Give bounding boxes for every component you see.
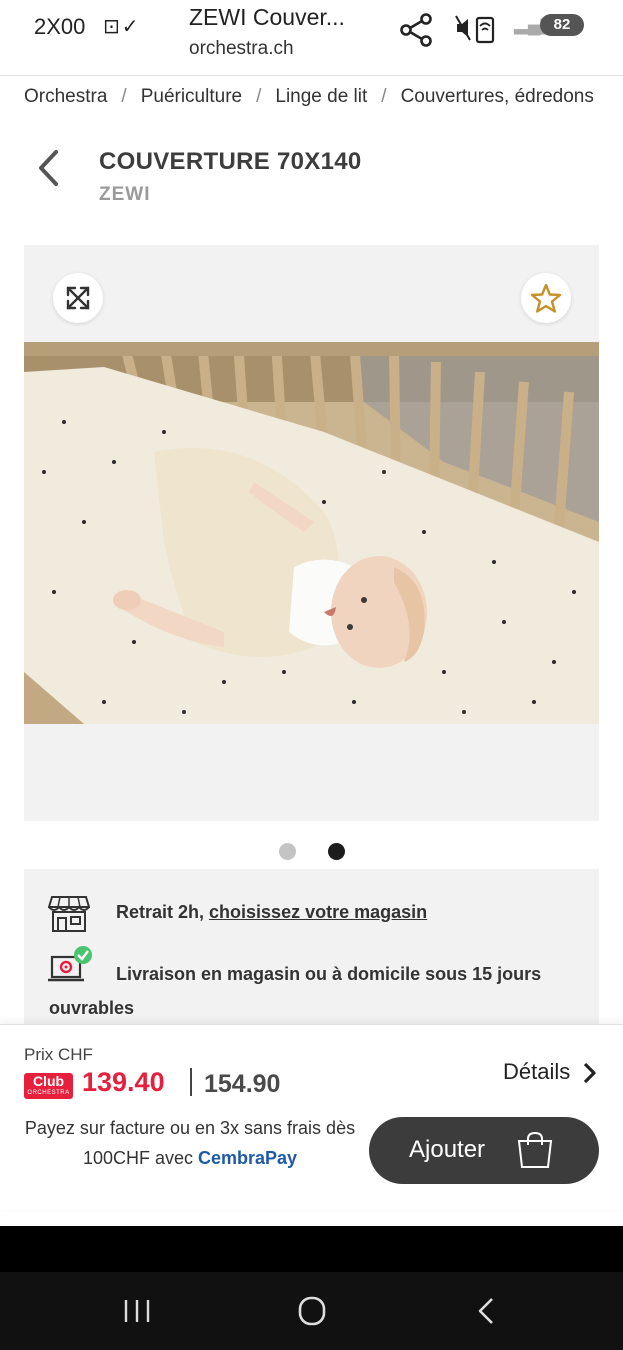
- gallery-pagination: [0, 843, 623, 861]
- gallery-dot-2-active[interactable]: [328, 843, 345, 860]
- battery-indicator: 82: [540, 14, 584, 36]
- browser-top-bar: 2X00 ⊡✓ ZEWI Couver... orchestra.ch ▂▄▆ …: [0, 0, 623, 76]
- home-icon[interactable]: [297, 1295, 327, 1327]
- breadcrumb: Orchestra / Puériculture / Linge de lit / Couv…: [24, 86, 623, 112]
- pickup-info: Retrait 2h, choisissez votre magasin: [116, 902, 427, 923]
- club-badge-sub: ORCHESTRA: [27, 1090, 70, 1096]
- cembrapay-link[interactable]: CembraPay: [198, 1148, 297, 1168]
- product-brand[interactable]: ZEWI: [99, 184, 151, 206]
- chevron-right-icon[interactable]: [582, 1061, 598, 1085]
- store-icon: [48, 896, 90, 932]
- payment-info: Payez sur facture ou en 3x sans frais dè…: [20, 1113, 360, 1173]
- club-price: 139.40: [82, 1067, 165, 1097]
- share-icon[interactable]: [397, 11, 435, 49]
- star-icon: [530, 283, 562, 313]
- breadcrumb-separator: /: [381, 86, 387, 107]
- breadcrumb-item-linge-de-lit[interactable]: Linge de lit: [275, 86, 367, 108]
- breadcrumb-item-puericulture[interactable]: Puériculture: [141, 86, 242, 108]
- mute-wifi-icon: [455, 15, 495, 44]
- price-label: Prix CHF: [24, 1045, 93, 1064]
- expand-icon: [66, 286, 90, 310]
- purchase-bar: Prix CHF Club ORCHESTRA 139.40 154.90 Dé…: [0, 1024, 623, 1210]
- breadcrumb-separator: /: [121, 86, 127, 107]
- breadcrumb-item-orchestra[interactable]: Orchestra: [24, 86, 107, 108]
- shopping-bag-icon: [517, 1131, 553, 1168]
- android-nav-bar: [0, 1272, 623, 1350]
- add-button-label: Ajouter: [409, 1136, 486, 1163]
- expand-image-button[interactable]: [53, 273, 103, 323]
- status-time: 2X00: [34, 14, 86, 39]
- details-link[interactable]: Détails: [503, 1059, 570, 1085]
- breadcrumb-item-couvertures[interactable]: Couvertures, édredons: [401, 86, 594, 108]
- breadcrumb-separator: /: [256, 86, 262, 107]
- pickup-prefix: Retrait 2h,: [116, 902, 210, 922]
- club-badge: Club ORCHESTRA: [24, 1073, 73, 1099]
- price-divider: [190, 1068, 192, 1096]
- payment-text: Payez sur facture ou en 3x sans frais dè…: [24, 1118, 356, 1168]
- back-icon[interactable]: [472, 1296, 500, 1326]
- back-chevron-icon[interactable]: [32, 146, 68, 190]
- page-title[interactable]: ZEWI Couver...: [189, 4, 345, 31]
- regular-price: 154.90: [204, 1070, 281, 1098]
- delivery-info: Livraison en magasin ou à domicile sous …: [49, 964, 542, 1018]
- add-to-cart-button[interactable]: Ajouter: [369, 1117, 599, 1184]
- product-title: COUVERTURE 70X140: [99, 148, 362, 175]
- notification-icons: ⊡✓: [103, 16, 141, 38]
- recent-apps-icon[interactable]: [121, 1297, 153, 1325]
- gallery-dot-1[interactable]: [279, 843, 296, 860]
- favorite-button[interactable]: [521, 273, 571, 323]
- page-url[interactable]: orchestra.ch: [189, 38, 294, 60]
- choose-store-link[interactable]: choisissez votre magasin: [209, 902, 427, 922]
- club-badge-label: Club: [32, 1073, 65, 1089]
- screen-bottom-edge: [0, 1226, 623, 1272]
- availability-info: Retrait 2h, choisissez votre magasin Liv…: [24, 869, 599, 1025]
- product-gallery[interactable]: [24, 245, 599, 821]
- product-photo: [24, 342, 599, 724]
